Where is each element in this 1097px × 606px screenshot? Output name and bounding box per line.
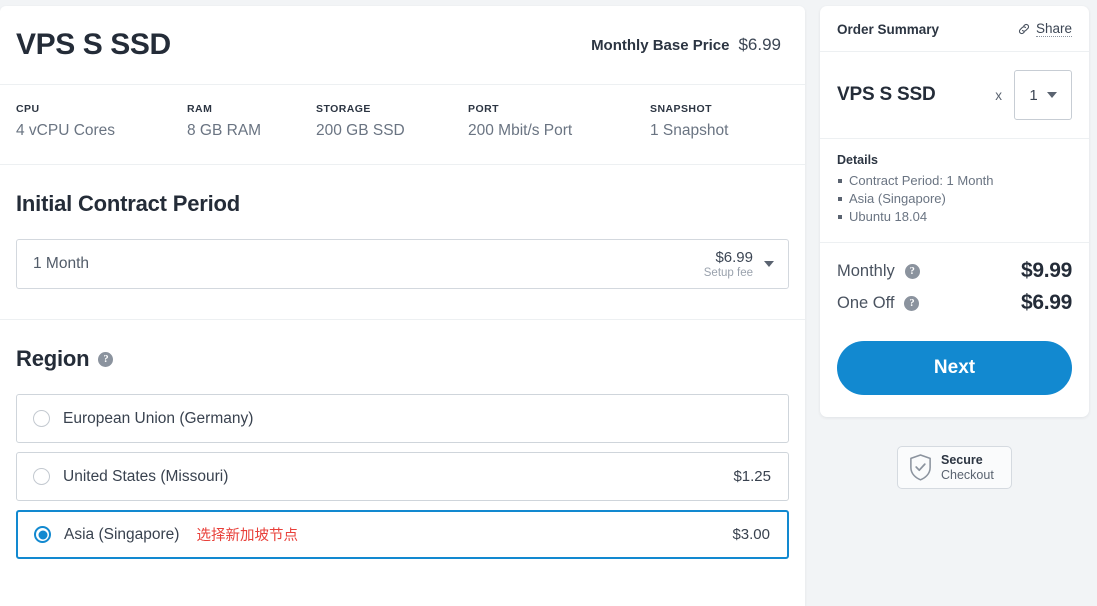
secure-checkout-text: Secure Checkout [941, 453, 994, 483]
region-option-left: United States (Missouri) [33, 468, 228, 486]
contract-price-block: $6.99 Setup fee [704, 249, 753, 278]
region-option-price: $1.25 [733, 468, 771, 485]
region-option-united-states[interactable]: United States (Missouri) $1.25 [16, 452, 789, 501]
base-price-group: Monthly Base Price $6.99 [591, 35, 781, 55]
order-summary-item: VPS S SSD x 1 [820, 52, 1089, 139]
spec-value: 200 GB SSD [316, 122, 405, 139]
contract-period-select[interactable]: 1 Month $6.99 Setup fee [16, 239, 789, 289]
base-price-value: $6.99 [738, 35, 781, 54]
region-option-annotation: 选择新加坡节点 [196, 528, 298, 544]
region-section: Region ? European Union (Germany) United… [0, 320, 805, 584]
total-row-monthly: Monthly ? $9.99 [837, 259, 1072, 283]
spec-key: CPU [16, 103, 40, 115]
chevron-down-icon[interactable] [764, 261, 774, 267]
contract-price: $6.99 [715, 249, 753, 267]
quantity-value: 1 [1029, 86, 1038, 104]
order-item-name: VPS S SSD [837, 84, 936, 105]
radio-button-icon[interactable] [33, 468, 50, 485]
region-title-row: Region ? [16, 346, 789, 372]
list-item: Contract Period: 1 Month [837, 172, 1072, 190]
contract-period-title: Initial Contract Period [16, 191, 240, 216]
share-label: Share [1035, 21, 1072, 37]
spec-key: STORAGE [316, 103, 371, 115]
contract-price-sub: Setup fee [703, 266, 753, 279]
secure-checkout-badge: Secure Checkout [897, 446, 1012, 489]
spec-key: RAM [187, 103, 213, 115]
shield-check-icon [910, 454, 931, 481]
checkout-page: VPS S SSD Monthly Base Price $6.99 CPU 4… [0, 0, 1097, 606]
contract-period-price-group: $6.99 Setup fee [704, 249, 774, 279]
order-summary-title: Order Summary [837, 21, 940, 37]
question-mark-icon[interactable]: ? [98, 351, 114, 367]
total-label-group: Monthly ? [837, 262, 920, 281]
quantity-select[interactable]: 1 [1014, 70, 1072, 120]
totals-block: Monthly ? $9.99 One Off ? $6.99 [820, 243, 1089, 329]
secure-line-2: Checkout [941, 467, 994, 482]
region-option-asia[interactable]: Asia (Singapore) 选择新加坡节点 $3.00 [16, 510, 789, 559]
spec-snapshot: SNAPSHOT 1 Snapshot [650, 103, 728, 142]
region-option-price: $3.00 [732, 526, 770, 543]
spec-value: 4 vCPU Cores [16, 122, 116, 139]
order-summary-header: Order Summary Share [820, 6, 1089, 52]
share-link[interactable]: Share [1017, 21, 1072, 37]
total-value: $9.99 [1020, 259, 1072, 282]
next-button[interactable]: Next [837, 341, 1072, 395]
spec-port: PORT 200 Mbit/s Port [468, 103, 650, 142]
order-summary-card: Order Summary Share VPS S SSD x 1 Detail… [820, 6, 1089, 417]
product-header: VPS S SSD Monthly Base Price $6.99 [0, 6, 805, 85]
product-configurator-panel: VPS S SSD Monthly Base Price $6.99 CPU 4… [0, 6, 805, 606]
total-label: One Off [837, 293, 895, 312]
link-icon [1018, 23, 1029, 35]
region-option-label: Asia (Singapore) [64, 525, 180, 543]
spec-strip: CPU 4 vCPU Cores RAM 8 GB RAM STORAGE 20… [0, 85, 805, 165]
question-mark-icon[interactable]: ? [904, 295, 920, 311]
spec-storage: STORAGE 200 GB SSD [316, 103, 468, 142]
spec-key: PORT [468, 103, 499, 115]
radio-button-icon[interactable] [34, 526, 51, 543]
next-button-wrap: Next [820, 329, 1089, 417]
page-title: VPS S SSD [16, 28, 171, 61]
details-title: Details [837, 153, 878, 167]
list-item: Asia (Singapore) [837, 190, 1072, 208]
total-value: $6.99 [1020, 291, 1072, 314]
chevron-down-icon[interactable] [1046, 92, 1057, 98]
contract-period-value: 1 Month [33, 255, 90, 272]
total-row-one-off: One Off ? $6.99 [837, 291, 1072, 315]
region-option-label: United States (Missouri) [63, 467, 229, 485]
region-option-label: European Union (Germany) [63, 409, 254, 427]
multiply-symbol: x [995, 87, 1002, 103]
total-label: Monthly [837, 261, 895, 280]
spec-key: SNAPSHOT [650, 103, 712, 115]
details-list: Contract Period: 1 Month Asia (Singapore… [837, 172, 1072, 226]
base-price-label: Monthly Base Price [591, 37, 730, 54]
question-mark-icon[interactable]: ? [904, 263, 920, 279]
order-details-block: Details Contract Period: 1 Month Asia (S… [820, 139, 1089, 243]
region-option-european-union[interactable]: European Union (Germany) [16, 394, 789, 443]
spec-cpu: CPU 4 vCPU Cores [16, 103, 187, 142]
spec-ram: RAM 8 GB RAM [187, 103, 316, 142]
contract-period-section: Initial Contract Period 1 Month $6.99 Se… [0, 165, 805, 320]
region-title: Region [16, 346, 90, 371]
spec-value: 1 Snapshot [650, 122, 729, 139]
region-option-left: European Union (Germany) [33, 410, 253, 428]
list-item: Ubuntu 18.04 [837, 208, 1072, 226]
total-label-group: One Off ? [837, 293, 920, 313]
region-option-left: Asia (Singapore) 选择新加坡节点 [34, 524, 298, 545]
secure-line-1: Secure [941, 452, 983, 467]
spec-value: 8 GB RAM [187, 122, 262, 139]
spec-value: 200 Mbit/s Port [468, 122, 573, 139]
radio-button-icon[interactable] [33, 410, 50, 427]
